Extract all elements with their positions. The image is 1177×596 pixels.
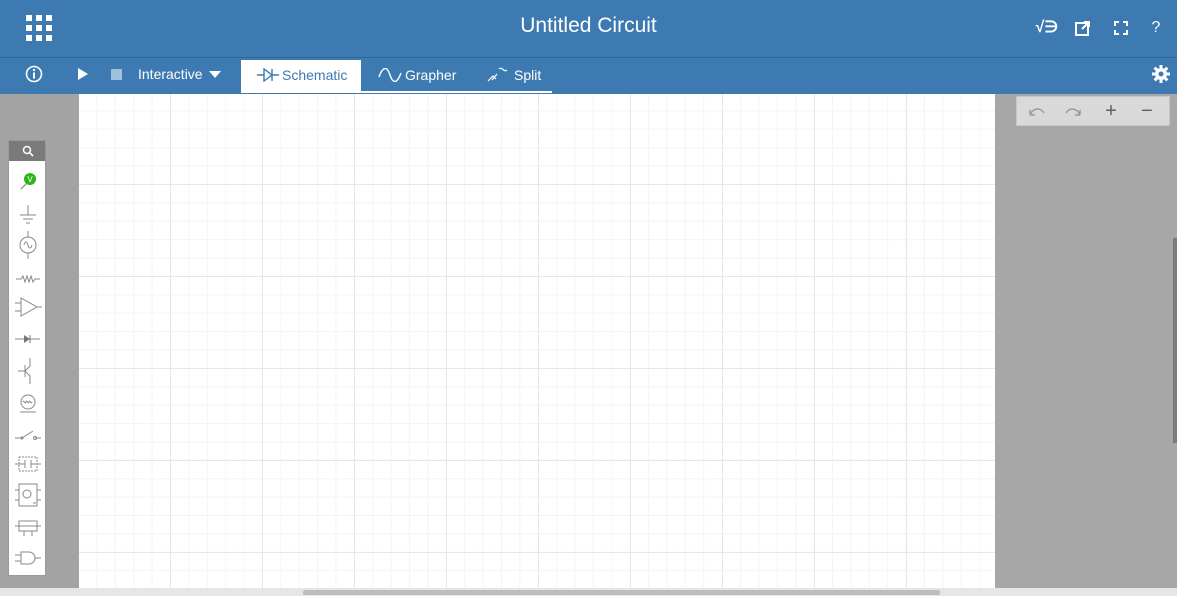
circuit-title[interactable]: Untitled Circuit [0,14,1177,38]
tab-schematic[interactable]: Schematic [241,60,361,91]
resistor-icon[interactable] [13,266,43,292]
stop-icon[interactable] [111,57,122,91]
right-panel: + − [995,94,1177,588]
tab-underline [241,91,552,93]
ac-source-icon[interactable] [13,231,43,259]
opamp-icon[interactable] [13,294,43,320]
relay-icon[interactable] [13,514,43,540]
ground-icon[interactable] [13,203,43,229]
voltmeter-probe-icon[interactable]: V [13,169,43,195]
lamp-icon[interactable] [13,391,43,417]
tab-label: Schematic [282,67,348,83]
info-icon[interactable] [25,57,43,91]
tab-label: Grapher [405,67,457,83]
sqrt-math-icon[interactable]: √∋ [1034,17,1060,39]
and-gate-icon[interactable] [13,545,43,571]
redo-icon[interactable] [1059,100,1087,122]
external-link-icon[interactable] [1074,17,1092,39]
svg-text:V: V [27,175,33,184]
component-palette: V [8,140,46,576]
switch-icon[interactable] [13,421,43,447]
undo-icon[interactable] [1023,100,1051,122]
zoom-in-button[interactable]: + [1099,100,1123,122]
diode-schematic-icon [257,67,279,83]
tab-split[interactable]: Split [477,60,552,91]
toolbar: Interactive Schematic Grapher Split [0,57,1177,94]
logic-block-icon[interactable] [13,451,43,477]
vertical-scrollbar[interactable] [1173,238,1177,443]
fullscreen-icon[interactable] [1112,17,1130,39]
sine-wave-icon [378,67,402,83]
scrollbar-thumb[interactable] [303,590,940,595]
mode-label: Interactive [138,66,203,82]
ic-chip-icon[interactable] [13,481,43,507]
caret-down-icon [209,71,222,78]
mode-dropdown[interactable]: Interactive [138,57,222,91]
zoom-out-button[interactable]: − [1135,100,1159,122]
schematic-canvas[interactable] [79,94,995,588]
help-icon[interactable]: ? [1148,17,1164,39]
search-icon[interactable] [9,141,45,161]
horizontal-scrollbar[interactable] [0,588,1177,596]
play-icon[interactable] [77,57,89,91]
diode-icon[interactable] [13,326,43,352]
tab-grapher[interactable]: Grapher [368,60,464,91]
tab-label: Split [514,67,542,83]
gear-icon[interactable] [1152,57,1170,91]
title-bar: Untitled Circuit √∋ ? [0,0,1177,57]
zoom-controls: + − [1016,96,1170,126]
transistor-icon[interactable] [13,356,43,384]
split-icon [487,67,508,82]
